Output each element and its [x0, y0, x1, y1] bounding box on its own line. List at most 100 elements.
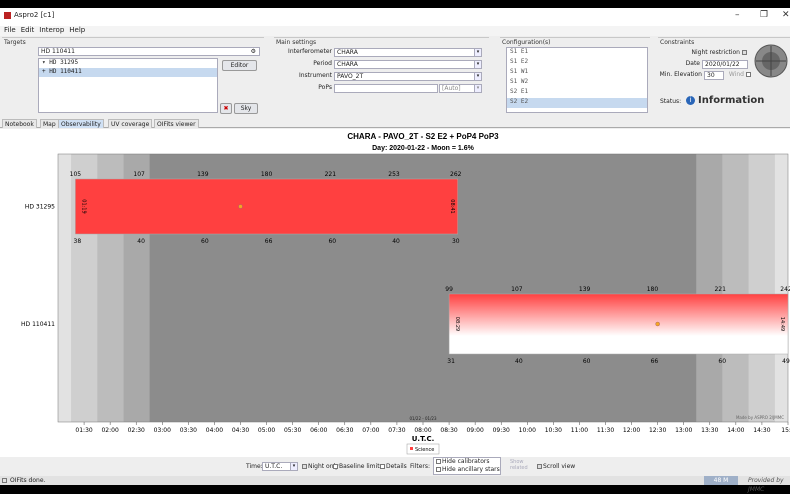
hide-calibrators-option[interactable]: Hide calibrators [436, 458, 500, 466]
pops-mode-value: [Auto] [442, 85, 461, 92]
bar-top-tick-label: 221 [325, 171, 337, 178]
target-search-input[interactable]: HD 110411 ⚙ [38, 47, 260, 56]
hide-calibrators-checkbox[interactable] [436, 459, 441, 464]
menu-help[interactable]: Help [69, 26, 85, 34]
configuration-item[interactable]: S1 E1 [507, 48, 647, 58]
x-axis-tick-label: 05:00 [258, 427, 275, 434]
pops-mode-select[interactable]: [Auto] ▾ [439, 84, 482, 93]
night-shading-band [748, 154, 775, 422]
status-value: Information [698, 95, 765, 106]
tab-notebook[interactable]: Notebook [2, 119, 37, 128]
date-input[interactable]: 2020/01/22 [702, 60, 748, 69]
x-axis-tick-label: 04:30 [232, 427, 249, 434]
configuration-item-selected[interactable]: S2 E2 [507, 98, 647, 108]
observability-chart: CHARA - PAVO_2T - S2 E2 + PoP4 PoP3 Day: … [21, 132, 790, 455]
time-label: Time: [246, 463, 263, 470]
details-checkbox[interactable] [380, 464, 385, 469]
instrument-select[interactable]: PAVO_2T ▾ [334, 72, 482, 81]
scroll-view-option[interactable]: Scroll view [537, 463, 575, 470]
target-list-item[interactable]: ▾ HD 31295 [39, 59, 217, 68]
bar-bottom-tick-label: 40 [392, 238, 400, 245]
main-settings-panel: Main settings Interferometer CHARA ▾ Peri… [274, 37, 489, 114]
bar-top-tick-label: 107 [133, 171, 145, 178]
tab-oifits-viewer[interactable]: OIFits viewer [154, 119, 199, 128]
instrument-label: Instrument [298, 72, 332, 79]
configuration-list[interactable]: S1 E1 S1 E2 S1 W1 S1 W2 S2 E1 S2 E2 [506, 47, 648, 113]
bar-start-time-label: 01:19 [80, 199, 86, 213]
menu-edit[interactable]: Edit [21, 26, 35, 34]
hide-ancillary-option[interactable]: Hide ancillary stars [436, 466, 500, 474]
min-elevation-label: Min. Elevation [659, 71, 702, 78]
transit-marker [655, 321, 660, 327]
target-name-label: HD 31295 [25, 204, 55, 211]
min-elevation-input[interactable]: 30 [704, 71, 724, 80]
hide-ancillary-checkbox[interactable] [436, 467, 441, 472]
target-list[interactable]: ▾ HD 31295 + HD 110411 [38, 58, 218, 113]
x-axis-tick-label: 08:30 [440, 427, 457, 434]
baseline-limits-option[interactable]: Baseline limits [333, 463, 383, 470]
remove-target-button[interactable]: ✖ [220, 103, 232, 114]
configuration-item[interactable]: S2 E1 [507, 88, 647, 98]
bar-bottom-tick-label: 40 [515, 358, 523, 365]
x-axis-tick-label: 08:00 [414, 427, 431, 434]
x-axis-tick-label: 12:00 [623, 427, 640, 434]
scroll-view-checkbox[interactable] [537, 464, 542, 469]
wind-label: Wind [728, 71, 744, 78]
bar-bottom-tick-label: 66 [265, 238, 273, 245]
x-axis-tick-label: 14:00 [727, 427, 744, 434]
x-axis-tick-label: 12:30 [649, 427, 666, 434]
target-search-icon[interactable]: ⚙ [251, 48, 256, 56]
night-only-checkbox[interactable] [302, 464, 307, 469]
filters-label: Filters: [410, 463, 431, 470]
configuration-item[interactable]: S1 W2 [507, 78, 647, 88]
interferometer-select[interactable]: CHARA ▾ [334, 48, 482, 57]
title-bar: Aspro2 [c1] – ❐ ✕ [0, 8, 790, 26]
constraints-panel: Constraints Night restriction Date 2020/… [658, 37, 790, 114]
minimize-button[interactable]: – [735, 10, 740, 20]
x-axis-tick-label: 03:30 [180, 427, 197, 434]
sky-button[interactable]: Sky [234, 103, 258, 114]
maximize-button[interactable]: ❐ [760, 10, 768, 20]
x-axis-tick-label: 15:0 [781, 427, 790, 434]
x-axis-tick-label: 10:00 [519, 427, 536, 434]
details-option[interactable]: Details [380, 463, 407, 470]
close-button[interactable]: ✕ [782, 10, 790, 20]
observability-plot: CHARA - PAVO_2T - S2 E2 + PoP4 PoP3 Day: … [0, 129, 790, 457]
configuration-item[interactable]: S1 E2 [507, 58, 647, 68]
period-select[interactable]: CHARA ▾ [334, 60, 482, 69]
pops-input[interactable] [334, 84, 438, 93]
bar-top-tick-label: 180 [261, 171, 273, 178]
menu-bar: File Edit Interop Help [0, 26, 790, 36]
bar-bottom-tick-label: 38 [74, 238, 82, 245]
info-icon: i [686, 96, 695, 105]
bar-bottom-tick-label: 30 [452, 238, 460, 245]
configuration-item[interactable]: S1 W1 [507, 68, 647, 78]
tab-map[interactable]: Map [40, 119, 59, 128]
wind-compass-icon[interactable] [754, 44, 788, 78]
chevron-down-icon: ▾ [474, 49, 481, 56]
x-axis-tick-label: 10:30 [545, 427, 562, 434]
menu-file[interactable]: File [4, 26, 16, 34]
editor-button[interactable]: Editor [222, 60, 257, 71]
night-restriction-checkbox[interactable] [742, 50, 747, 55]
wind-checkbox[interactable] [746, 72, 751, 77]
filters-list[interactable]: Hide calibrators Hide ancillary stars [433, 457, 501, 475]
bar-top-tick-label: 253 [388, 171, 400, 178]
x-axis-tick-label: 09:00 [466, 427, 483, 434]
tab-observability[interactable]: Observability [58, 119, 104, 128]
x-axis-tick-label: 06:30 [336, 427, 353, 434]
memory-indicator[interactable]: 48 M [704, 476, 738, 485]
target-list-item-selected[interactable]: + HD 110411 [39, 68, 217, 77]
configuration-panel: Configuration(s) S1 E1 S1 E2 S1 W1 S1 W2… [500, 37, 650, 114]
baseline-limits-label: Baseline limits [339, 463, 383, 470]
show-related-option[interactable]: Show related [510, 459, 530, 471]
tab-uv-coverage[interactable]: UV coverage [108, 119, 153, 128]
chart-credit: Made by ASPRO 2/JMMC [736, 415, 784, 420]
constraints-label: Constraints [660, 39, 695, 46]
menu-interop[interactable]: Interop [39, 26, 64, 34]
transit-marker [238, 204, 243, 209]
x-axis-tick-label: 11:00 [571, 427, 588, 434]
bar-bottom-tick-label: 66 [651, 358, 659, 365]
time-select[interactable]: U.T.C. ▾ [262, 462, 298, 471]
baseline-limits-checkbox[interactable] [333, 464, 338, 469]
